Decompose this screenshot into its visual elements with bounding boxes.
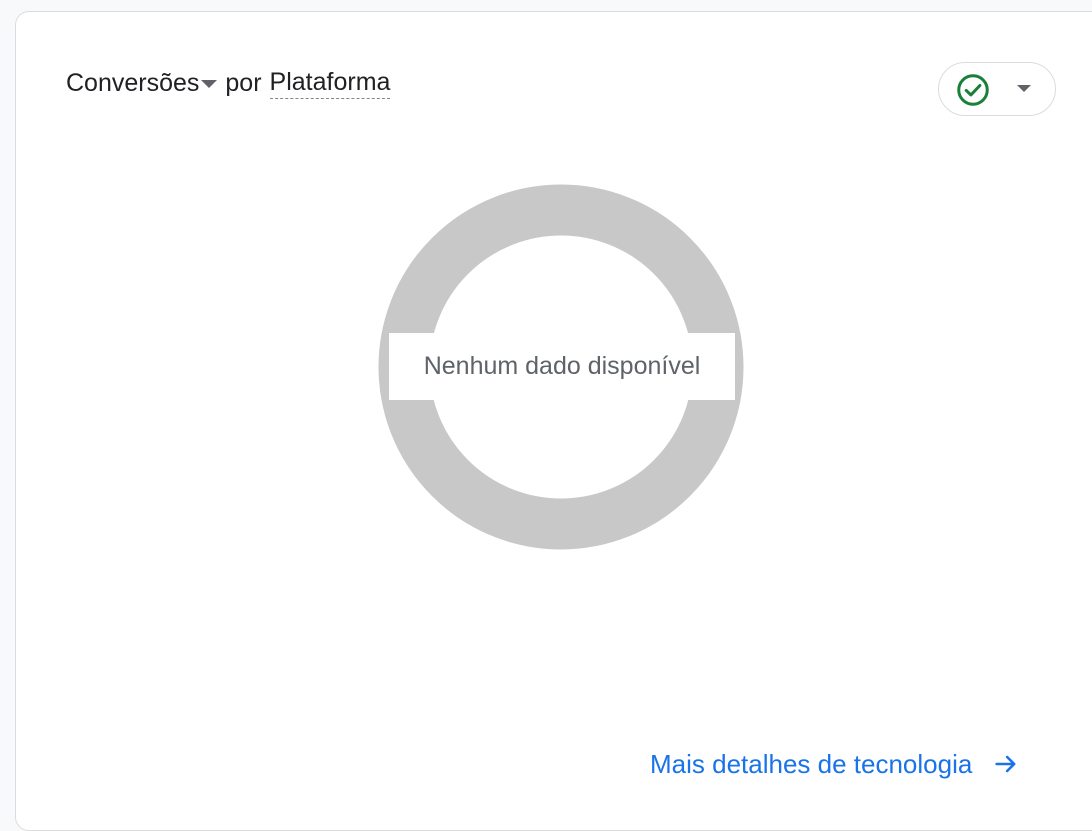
dimension-selector[interactable]: Plataforma xyxy=(269,68,391,99)
tech-details-link-label: Mais detalhes de tecnologia xyxy=(650,748,973,779)
tech-details-link[interactable]: Mais detalhes de tecnologia xyxy=(650,746,1020,782)
platform-card: Conversões por Plataforma Nenhum dado di… xyxy=(15,11,1092,831)
metric-label: Conversões xyxy=(66,68,200,97)
check-circle-icon xyxy=(957,74,989,106)
arrow-right-icon xyxy=(995,755,1016,773)
status-dropdown-button[interactable] xyxy=(938,62,1056,116)
no-data-message: Nenhum dado disponível xyxy=(389,333,735,400)
caret-down-icon xyxy=(201,80,218,88)
card-title: Conversões por Plataforma xyxy=(66,66,391,100)
metric-selector[interactable]: Conversões xyxy=(66,69,225,98)
caret-down-icon xyxy=(1017,85,1031,92)
title-connector: por xyxy=(225,68,262,97)
